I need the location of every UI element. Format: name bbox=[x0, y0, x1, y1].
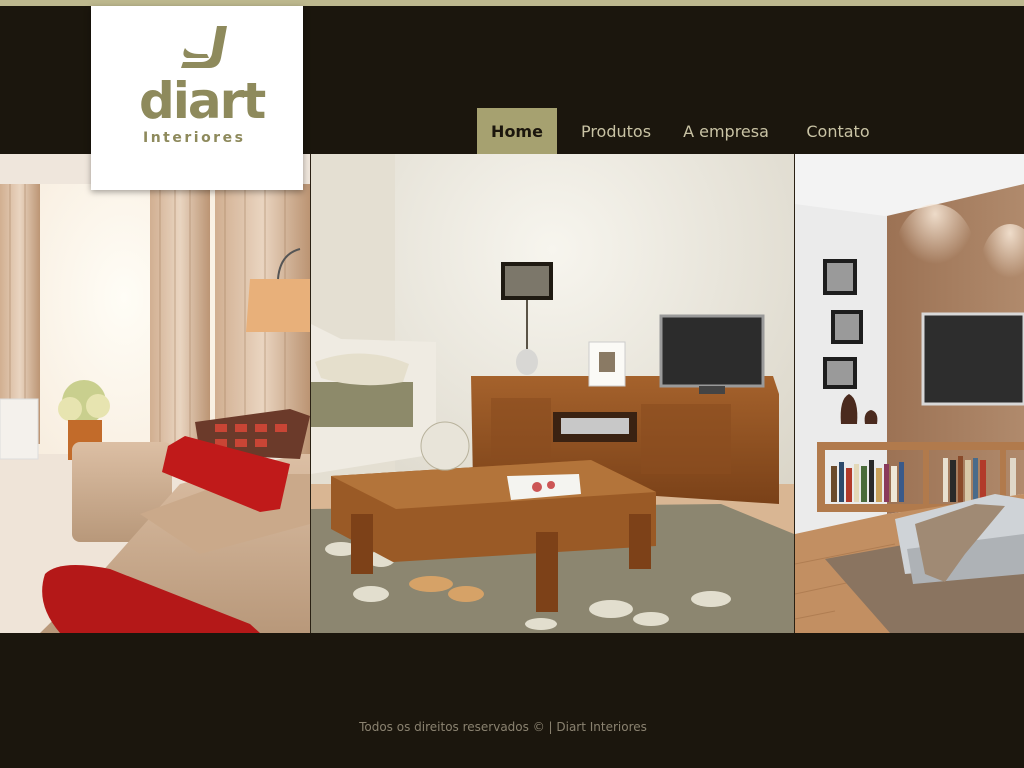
footer-copyright: Todos os direitos reservados © | Diart I… bbox=[359, 720, 647, 734]
hero-image-living-room-sofa bbox=[0, 154, 310, 633]
hero-image-tv-wall-shelves bbox=[795, 154, 1024, 633]
chair-logo-icon bbox=[181, 26, 227, 68]
hero-gallery bbox=[0, 154, 1024, 633]
page: diart Interiores Home Produtos A empresa… bbox=[0, 0, 1024, 768]
logo[interactable]: diart Interiores bbox=[91, 6, 303, 190]
logo-wordmark: diart bbox=[139, 72, 266, 130]
nav-item-a-empresa[interactable]: A empresa bbox=[675, 108, 777, 154]
nav-item-produtos[interactable]: Produtos bbox=[557, 108, 675, 154]
logo-subtitle: Interiores bbox=[143, 130, 246, 146]
nav-item-contato[interactable]: Contato bbox=[777, 108, 899, 154]
main-nav: Home Produtos A empresa Contato bbox=[477, 108, 899, 154]
hero-image-living-room-tv bbox=[311, 154, 794, 633]
nav-item-home[interactable]: Home bbox=[477, 108, 557, 154]
